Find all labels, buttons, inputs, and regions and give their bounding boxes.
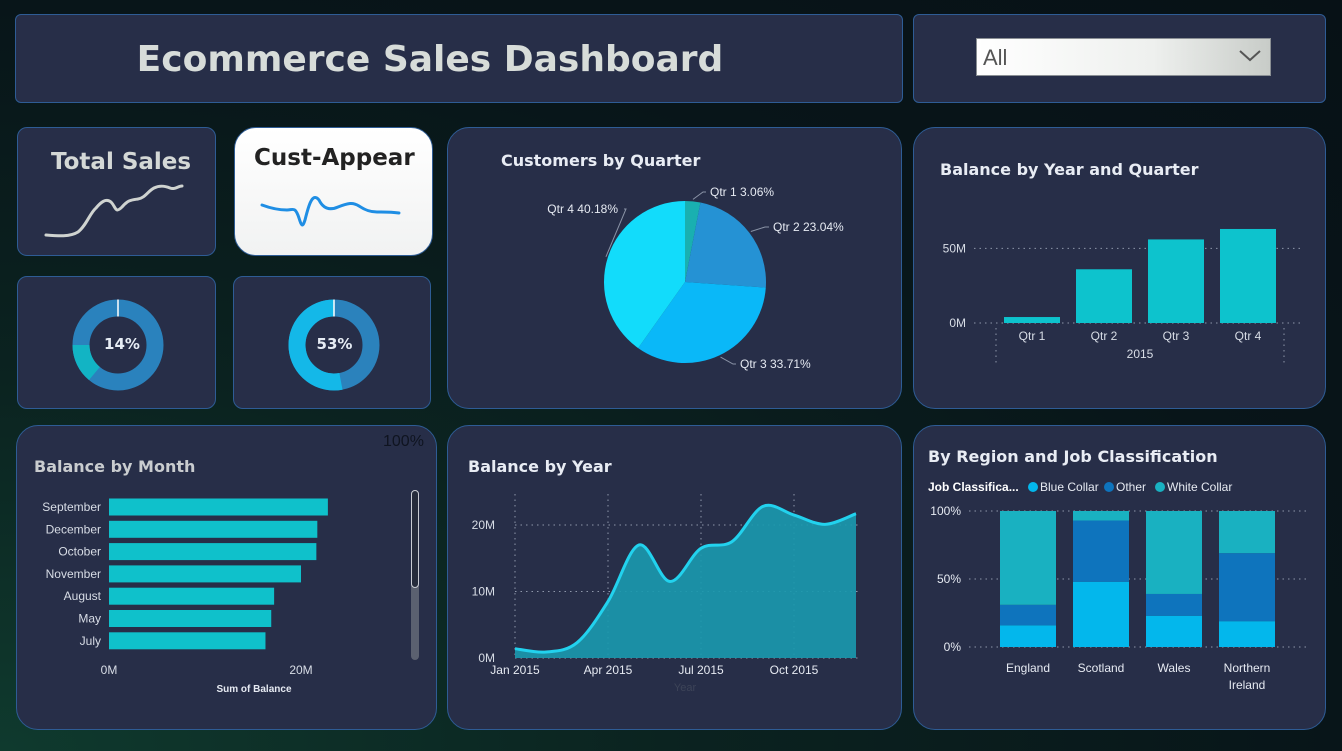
stacked-bar-segment	[1000, 625, 1056, 647]
y-tick-label: 0%	[944, 640, 962, 654]
bar	[109, 587, 275, 605]
chevron-down-icon	[1239, 50, 1261, 62]
x-tick-label: 0M	[101, 663, 118, 677]
x-tick-label: Apr 2015	[584, 663, 633, 677]
bar	[1220, 228, 1276, 323]
x-tick-label: Qtr 4	[1235, 329, 1262, 343]
y-tick-label: 50%	[937, 572, 961, 586]
x-tick-label: Qtr 3	[1163, 329, 1190, 343]
bar	[1076, 269, 1132, 323]
stacked-bar-segment	[1219, 621, 1275, 647]
y-tick-label: 10M	[472, 585, 495, 599]
legend-marker	[1104, 482, 1114, 492]
y-tick-label: 20M	[472, 518, 495, 532]
x-tick-label: Jan 2015	[490, 663, 540, 677]
legend-marker	[1155, 482, 1165, 492]
x-tick-label: Qtr 1	[1019, 329, 1046, 343]
stacked-bar-segment	[1073, 581, 1129, 647]
stacked-bar-segment	[1219, 553, 1275, 622]
bar	[109, 610, 272, 627]
stacked-column-chart: Job Classifica... Blue Collar Other White C…	[928, 480, 1309, 692]
bar-chart: September December October November August Ma…	[42, 498, 328, 695]
y-tick-label: December	[46, 522, 101, 536]
bar	[109, 543, 317, 561]
header-card: Ecommerce Sales Dashboard	[15, 14, 903, 103]
x-tick-label: Jul 2015	[678, 663, 724, 677]
x-axis-title: Sum of Balance	[216, 684, 291, 695]
bar	[109, 632, 266, 650]
pie-leader-line	[750, 226, 769, 232]
filter-selected-value: All	[983, 45, 1008, 70]
scrollbar-thumb[interactable]	[411, 490, 419, 588]
region-job-card: By Region and Job Classification Job Cla…	[913, 425, 1326, 730]
x-tick-label: 20M	[289, 663, 312, 677]
area-fill	[515, 505, 856, 658]
legend-label: Other	[1116, 480, 1146, 494]
x-tick-label: England	[1006, 661, 1050, 675]
gauge-value-2: 53%	[316, 335, 353, 353]
pie-leader-line	[692, 191, 706, 200]
stacked-bar-segment	[1146, 511, 1202, 594]
area-chart: 0M10M20MJan 2015 Apr 2015 Jul 2015 Oct 2015…	[472, 494, 860, 694]
legend-title: Job Classifica...	[928, 480, 1019, 494]
legend-marker	[1028, 482, 1038, 492]
y-tick-label: November	[46, 567, 101, 581]
balance-by-month-card: Balance by Month 100% September December O…	[16, 425, 437, 730]
y-tick-label: July	[80, 634, 101, 648]
y-tick-label: 100%	[930, 504, 961, 518]
x-tick-label: Qtr 2	[1091, 329, 1118, 343]
y-tick-label: August	[64, 589, 102, 603]
x-axis-title: Year	[674, 682, 697, 694]
x-tick-label: Scotland	[1078, 661, 1125, 675]
pie-data-label: Qtr 4 40.18%	[547, 202, 618, 216]
pie-data-label: Qtr 1 3.06%	[710, 185, 774, 199]
bar	[109, 520, 318, 538]
pie-leader-line	[720, 356, 736, 365]
stacked-bar-segment	[1000, 511, 1056, 605]
gauge-card-1: 14%	[17, 276, 216, 409]
stacked-bar-segment	[1219, 511, 1275, 554]
gauge-card-2: 53%	[233, 276, 431, 409]
vertical-scrollbar[interactable]	[411, 490, 419, 660]
y-tick-label: October	[58, 545, 101, 559]
total-sales-sparkline	[44, 184, 184, 238]
stacked-bar-segment	[1000, 604, 1056, 626]
stacked-bar-segment	[1073, 520, 1129, 582]
column-chart: 0M 50M Qtr 1 Qtr 2 Qtr 3 Qtr 4 2015	[943, 228, 1304, 363]
x-tick-label: Northern Ireland	[1224, 661, 1271, 692]
balance-by-year-quarter-card: Balance by Year and Quarter 0M 50M Qtr 1 Qt…	[913, 127, 1326, 409]
cust-appear-card[interactable]: Cust-Appear	[234, 127, 433, 256]
pie-chart: Qtr 1 3.06% Qtr 2 23.04% Qtr 3 33.71% Qtr 4…	[547, 185, 844, 371]
filter-dropdown[interactable]: All	[976, 38, 1271, 76]
stacked-bar-segment	[1146, 593, 1202, 616]
x-tick-label: Wales	[1158, 661, 1191, 675]
bar	[1148, 239, 1204, 323]
balance-by-year-card: Balance by Year 0M 10M 20M Jan 2015 Apr 2015…	[447, 425, 902, 730]
x-tick-label: Oct 2015	[770, 663, 819, 677]
legend-label: White Collar	[1167, 480, 1232, 494]
gauge-value-1: 14%	[104, 335, 140, 353]
customers-by-quarter-card: Customers by Quarter Qtr 1 3.06% Qtr 2 23…	[447, 127, 902, 409]
bar	[109, 565, 301, 583]
x-group-label: 2015	[1127, 347, 1154, 361]
pie-data-label: Qtr 3 33.71%	[740, 357, 811, 371]
total-sales-card[interactable]: Total Sales	[17, 127, 216, 256]
y-tick-label: 50M	[943, 241, 966, 255]
filter-card: All	[913, 14, 1326, 103]
bar	[109, 498, 328, 516]
y-tick-label: May	[78, 612, 101, 626]
stacked-bar-segment	[1146, 615, 1202, 647]
cust-appear-sparkline	[260, 196, 401, 227]
y-tick-label: 0M	[949, 316, 966, 330]
page-title: Ecommerce Sales Dashboard	[136, 39, 724, 80]
pie-data-label: Qtr 2 23.04%	[773, 220, 844, 234]
legend-label: Blue Collar	[1040, 480, 1099, 494]
stacked-bar-segment	[1073, 511, 1129, 521]
y-tick-label: September	[42, 500, 101, 514]
bar	[1004, 317, 1060, 323]
